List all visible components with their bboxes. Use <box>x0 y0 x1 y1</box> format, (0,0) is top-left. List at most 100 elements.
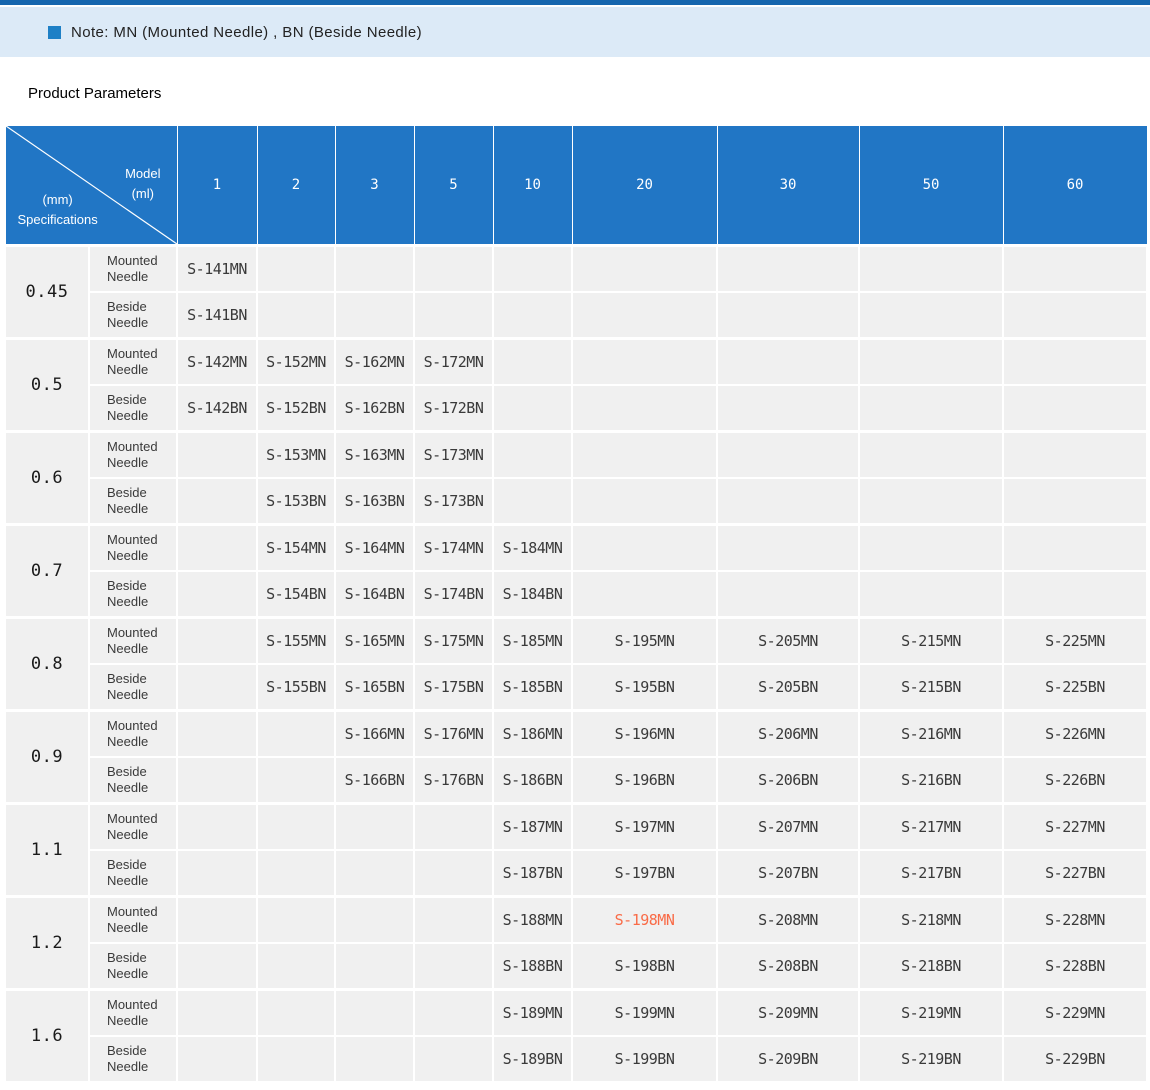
model-cell-S-198BN[interactable]: S-198BN <box>571 942 718 991</box>
model-cell-S-197MN[interactable]: S-197MN <box>571 802 718 851</box>
model-cell-S-162MN[interactable]: S-162MN <box>334 337 415 386</box>
column-header-20: 20 <box>571 125 718 246</box>
model-cell-S-228BN[interactable]: S-228BN <box>1002 942 1148 991</box>
model-cell-S-229MN[interactable]: S-229MN <box>1002 988 1148 1037</box>
model-cell-S-188MN[interactable]: S-188MN <box>492 895 573 944</box>
model-cell-S-153BN[interactable]: S-153BN <box>256 477 336 526</box>
model-cell-S-217BN[interactable]: S-217BN <box>858 849 1004 898</box>
model-cell-S-152BN[interactable]: S-152BN <box>256 384 336 433</box>
mounted-needle-label: Mounted Needle <box>88 988 178 1037</box>
model-cell-S-227MN[interactable]: S-227MN <box>1002 802 1148 851</box>
model-cell-S-218BN[interactable]: S-218BN <box>858 942 1004 991</box>
model-cell-S-195MN[interactable]: S-195MN <box>571 616 718 665</box>
model-cell-S-219MN[interactable]: S-219MN <box>858 988 1004 1037</box>
model-cell-S-163BN[interactable]: S-163BN <box>334 477 415 526</box>
model-cell-S-229BN[interactable]: S-229BN <box>1002 1035 1148 1083</box>
model-cell-S-209BN[interactable]: S-209BN <box>716 1035 860 1083</box>
model-cell-S-165MN[interactable]: S-165MN <box>334 616 415 665</box>
model-cell-S-226MN[interactable]: S-226MN <box>1002 709 1148 758</box>
model-cell-S-155MN[interactable]: S-155MN <box>256 616 336 665</box>
model-cell-S-164BN[interactable]: S-164BN <box>334 570 415 619</box>
model-cell-S-197BN[interactable]: S-197BN <box>571 849 718 898</box>
model-cell-S-196BN[interactable]: S-196BN <box>571 756 718 805</box>
model-cell-S-189BN[interactable]: S-189BN <box>492 1035 573 1083</box>
table-row-1.6-mounted: 1.6 Mounted Needle S-189MN S-199MN S-209MN S-… <box>4 988 1148 1083</box>
corner-spec-labels: (mm) Specifications <box>18 190 98 229</box>
model-cell-S-176BN[interactable]: S-176BN <box>413 756 494 805</box>
model-cell-empty <box>413 244 494 293</box>
model-cell-S-173BN[interactable]: S-173BN <box>413 477 494 526</box>
model-cell-S-166BN[interactable]: S-166BN <box>334 756 415 805</box>
model-cell-S-155BN[interactable]: S-155BN <box>256 663 336 712</box>
model-cell-S-154BN[interactable]: S-154BN <box>256 570 336 619</box>
model-cell-empty <box>716 291 860 340</box>
model-cell-S-173MN[interactable]: S-173MN <box>413 430 494 479</box>
model-cell-S-189MN[interactable]: S-189MN <box>492 988 573 1037</box>
model-cell-S-219BN[interactable]: S-219BN <box>858 1035 1004 1083</box>
model-cell-S-199BN[interactable]: S-199BN <box>571 1035 718 1083</box>
model-cell-S-152MN[interactable]: S-152MN <box>256 337 336 386</box>
model-cell-S-188BN[interactable]: S-188BN <box>492 942 573 991</box>
spec-cell-0.9: 0.9 <box>4 709 90 805</box>
model-cell-S-205MN[interactable]: S-205MN <box>716 616 860 665</box>
model-cell-S-225MN[interactable]: S-225MN <box>1002 616 1148 665</box>
model-cell-S-172BN[interactable]: S-172BN <box>413 384 494 433</box>
model-cell-S-153MN[interactable]: S-153MN <box>256 430 336 479</box>
model-cell-S-199MN[interactable]: S-199MN <box>571 988 718 1037</box>
top-accent-line <box>0 0 1150 5</box>
model-cell-empty <box>1002 337 1148 386</box>
model-cell-S-165BN[interactable]: S-165BN <box>334 663 415 712</box>
model-cell-empty <box>571 477 718 526</box>
model-cell-S-185MN[interactable]: S-185MN <box>492 616 573 665</box>
model-cell-S-163MN[interactable]: S-163MN <box>334 430 415 479</box>
model-cell-S-228MN[interactable]: S-228MN <box>1002 895 1148 944</box>
model-cell-S-195BN[interactable]: S-195BN <box>571 663 718 712</box>
model-cell-S-186MN[interactable]: S-186MN <box>492 709 573 758</box>
model-cell-S-208MN[interactable]: S-208MN <box>716 895 860 944</box>
model-cell-S-205BN[interactable]: S-205BN <box>716 663 860 712</box>
model-cell-S-184MN[interactable]: S-184MN <box>492 523 573 572</box>
model-cell-S-218MN[interactable]: S-218MN <box>858 895 1004 944</box>
model-cell-S-184BN[interactable]: S-184BN <box>492 570 573 619</box>
model-cell-S-217MN[interactable]: S-217MN <box>858 802 1004 851</box>
note-banner: Note: MN (Mounted Needle) , BN (Beside N… <box>0 7 1150 57</box>
model-cell-S-216MN[interactable]: S-216MN <box>858 709 1004 758</box>
model-cell-S-215MN[interactable]: S-215MN <box>858 616 1004 665</box>
model-cell-S-142MN[interactable]: S-142MN <box>176 337 258 386</box>
model-cell-S-196MN[interactable]: S-196MN <box>571 709 718 758</box>
model-cell-S-174MN[interactable]: S-174MN <box>413 523 494 572</box>
model-cell-S-172MN[interactable]: S-172MN <box>413 337 494 386</box>
model-cell-S-176MN[interactable]: S-176MN <box>413 709 494 758</box>
model-cell-S-187MN[interactable]: S-187MN <box>492 802 573 851</box>
model-cell-S-142BN[interactable]: S-142BN <box>176 384 258 433</box>
model-cell-S-175MN[interactable]: S-175MN <box>413 616 494 665</box>
model-cell-S-141BN[interactable]: S-141BN <box>176 291 258 340</box>
model-cell-S-164MN[interactable]: S-164MN <box>334 523 415 572</box>
model-cell-empty <box>492 291 573 340</box>
model-cell-S-207MN[interactable]: S-207MN <box>716 802 860 851</box>
model-cell-S-162BN[interactable]: S-162BN <box>334 384 415 433</box>
model-cell-S-215BN[interactable]: S-215BN <box>858 663 1004 712</box>
model-cell-S-208BN[interactable]: S-208BN <box>716 942 860 991</box>
model-cell-S-207BN[interactable]: S-207BN <box>716 849 860 898</box>
model-cell-highlighted-S-198MN[interactable]: S-198MN <box>571 895 718 944</box>
model-cell-S-209MN[interactable]: S-209MN <box>716 988 860 1037</box>
model-cell-empty <box>1002 570 1148 619</box>
model-cell-S-225BN[interactable]: S-225BN <box>1002 663 1148 712</box>
model-cell-S-141MN[interactable]: S-141MN <box>176 244 258 293</box>
model-cell-S-216BN[interactable]: S-216BN <box>858 756 1004 805</box>
model-cell-S-174BN[interactable]: S-174BN <box>413 570 494 619</box>
model-cell-S-154MN[interactable]: S-154MN <box>256 523 336 572</box>
model-cell-S-185BN[interactable]: S-185BN <box>492 663 573 712</box>
model-cell-S-186BN[interactable]: S-186BN <box>492 756 573 805</box>
model-cell-S-226BN[interactable]: S-226BN <box>1002 756 1148 805</box>
model-cell-S-166MN[interactable]: S-166MN <box>334 709 415 758</box>
model-cell-S-206MN[interactable]: S-206MN <box>716 709 860 758</box>
model-cell-S-206BN[interactable]: S-206BN <box>716 756 860 805</box>
model-cell-empty <box>256 709 336 758</box>
model-cell-S-227BN[interactable]: S-227BN <box>1002 849 1148 898</box>
model-cell-S-175BN[interactable]: S-175BN <box>413 663 494 712</box>
mounted-needle-label: Mounted Needle <box>88 802 178 851</box>
model-cell-S-187BN[interactable]: S-187BN <box>492 849 573 898</box>
table-row-0.6-mounted: 0.6 Mounted Needle S-153MN S-163MN S-173MN <box>4 430 1148 526</box>
